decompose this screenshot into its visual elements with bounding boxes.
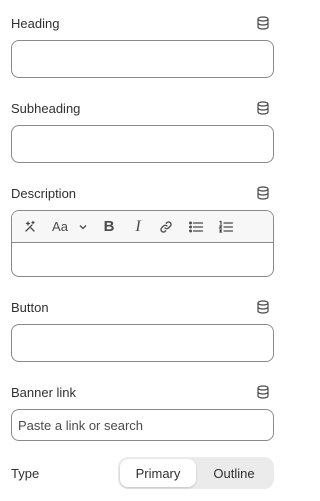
database-icon[interactable] — [255, 384, 271, 400]
type-label: Type — [11, 465, 40, 481]
description-editor-body[interactable] — [12, 243, 273, 276]
font-style-icon: Aa — [52, 219, 68, 234]
description-field: Description Aa B I — [11, 185, 274, 277]
font-style-button[interactable]: Aa — [46, 215, 74, 239]
heading-label-row: Heading — [11, 15, 274, 31]
banner-link-label: Banner link — [11, 384, 77, 400]
type-option-primary[interactable]: Primary — [120, 459, 196, 487]
database-icon[interactable] — [255, 299, 271, 315]
chevron-down-icon[interactable] — [74, 215, 92, 239]
banner-link-field: Banner link — [11, 384, 274, 441]
banner-link-label-row: Banner link — [11, 384, 274, 400]
link-icon[interactable] — [156, 215, 176, 239]
bold-label: B — [103, 218, 115, 235]
banner-link-input[interactable] — [11, 409, 274, 441]
button-label-row: Button — [11, 299, 274, 315]
italic-label: I — [135, 217, 141, 235]
description-label: Description — [11, 185, 77, 201]
numbered-list-icon[interactable] — [216, 215, 236, 239]
database-icon[interactable] — [255, 15, 271, 31]
subheading-input[interactable] — [11, 125, 274, 163]
database-icon[interactable] — [255, 100, 271, 116]
button-input[interactable] — [11, 324, 274, 362]
type-segmented-control: Primary Outline — [118, 457, 274, 489]
button-field: Button — [11, 299, 274, 362]
heading-input[interactable] — [11, 40, 274, 78]
italic-icon[interactable]: I — [129, 215, 147, 239]
button-label: Button — [11, 299, 49, 315]
type-option-outline[interactable]: Outline — [196, 459, 272, 487]
subheading-field: Subheading — [11, 100, 274, 163]
bullet-list-icon[interactable] — [186, 215, 206, 239]
type-row: Type Primary Outline — [11, 457, 274, 489]
magic-icon[interactable] — [20, 215, 40, 239]
bold-icon[interactable]: B — [100, 215, 118, 239]
description-label-row: Description — [11, 185, 274, 201]
subheading-label: Subheading — [11, 100, 81, 116]
heading-label: Heading — [11, 15, 60, 31]
heading-field: Heading — [11, 15, 274, 78]
rich-text-toolbar: Aa B I — [12, 211, 273, 243]
description-editor: Aa B I — [11, 210, 274, 277]
database-icon[interactable] — [255, 185, 271, 201]
subheading-label-row: Subheading — [11, 100, 274, 116]
